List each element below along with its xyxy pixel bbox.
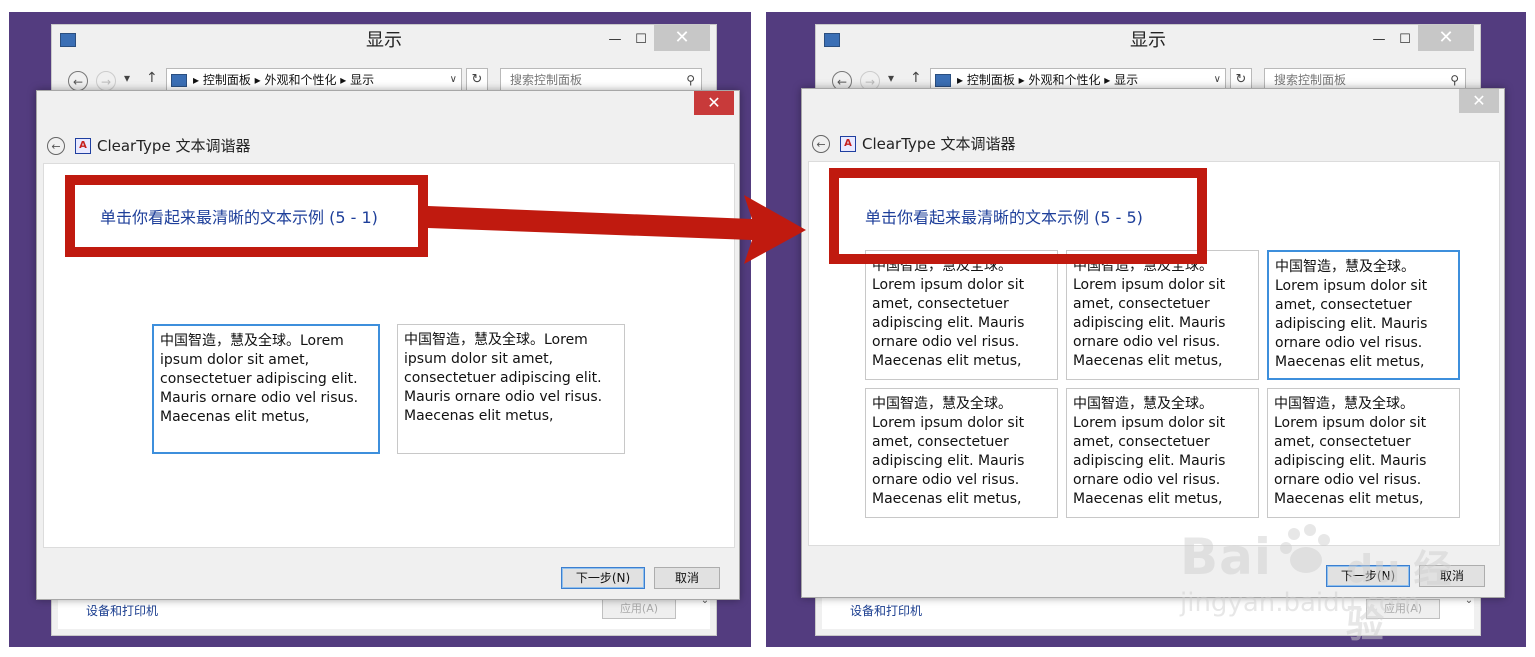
baidu-watermark: Bai du 经验 jingyan.baidu.com <box>1180 520 1480 646</box>
instruction-text: 单击你看起来最清晰的文本示例 (5 - 1) <box>100 208 378 227</box>
text-sample-3[interactable]: 中国智造，慧及全球。Lorem ipsum dolor sit amet, co… <box>1267 250 1460 380</box>
back-icon[interactable]: ← <box>47 136 65 155</box>
minimize-icon[interactable]: — <box>1368 31 1390 49</box>
text-sample-2[interactable]: 中国智造，慧及全球。Lorem ipsum dolor sit amet, co… <box>397 324 625 454</box>
close-icon[interactable]: ✕ <box>1418 25 1474 51</box>
maximize-icon[interactable]: ☐ <box>630 31 652 49</box>
apply-button[interactable]: 应用(A) <box>602 599 676 619</box>
dialog-title: ClearType 文本调谐器 <box>97 137 251 155</box>
recent-locations-icon[interactable]: ▾ <box>124 71 130 85</box>
dialog-body: 单击你看起来最清晰的文本示例 (5 - 1) 中国智造，慧及全球。Lorem i… <box>43 163 735 548</box>
address-path: ▸ 控制面板 ▸ 外观和个性化 ▸ 显示 <box>193 73 375 87</box>
cleartype-app-icon: A <box>75 137 91 154</box>
paw-icon <box>1280 524 1330 573</box>
control-panel-icon <box>171 74 187 87</box>
dialog-header: ← A ClearType 文本调谐器 <box>812 133 1015 153</box>
back-icon[interactable]: ← <box>812 134 830 153</box>
dialog-footer: 下一步(N) 取消 <box>37 551 739 599</box>
search-icon: ⚲ <box>686 73 695 87</box>
text-sample-4[interactable]: 中国智造，慧及全球。Lorem ipsum dolor sit amet, co… <box>865 388 1058 518</box>
search-placeholder: 搜索控制面板 <box>510 73 583 87</box>
instruction-text: 单击你看起来最清晰的文本示例 (5 - 5) <box>865 208 1143 227</box>
next-button[interactable]: 下一步(N) <box>561 567 645 589</box>
search-placeholder: 搜索控制面板 <box>1274 73 1347 87</box>
up-icon[interactable]: ↑ <box>910 70 922 86</box>
address-bar[interactable]: ▸ 控制面板 ▸ 外观和个性化 ▸ 显示 ∨ <box>166 68 462 92</box>
dialog-title: ClearType 文本调谐器 <box>862 135 1016 153</box>
close-icon[interactable]: ✕ <box>654 25 710 51</box>
text-sample-5[interactable]: 中国智造，慧及全球。Lorem ipsum dolor sit amet, co… <box>1066 388 1259 518</box>
scroll-down-icon[interactable]: ⌄ <box>698 595 712 635</box>
cleartype-app-icon: A <box>840 135 856 152</box>
devices-and-printers-link[interactable]: 设备和打印机 <box>86 602 158 619</box>
watermark-url: jingyan.baidu.com <box>1180 588 1420 618</box>
chevron-down-icon[interactable]: ∨ <box>450 69 457 91</box>
text-sample-2[interactable]: 中国智造，慧及全球。Lorem ipsum dolor sit amet, co… <box>1066 250 1259 380</box>
control-panel-icon <box>935 74 951 87</box>
up-icon[interactable]: ↑ <box>146 70 158 86</box>
maximize-icon[interactable]: ☐ <box>1394 31 1416 49</box>
search-input[interactable]: 搜索控制面板 ⚲ <box>500 68 702 92</box>
watermark-logo-text: Bai <box>1180 528 1272 586</box>
text-sample-6[interactable]: 中国智造，慧及全球。Lorem ipsum dolor sit amet, co… <box>1267 388 1460 518</box>
dialog-header: ← A ClearType 文本调谐器 <box>47 135 250 155</box>
address-path: ▸ 控制面板 ▸ 外观和个性化 ▸ 显示 <box>957 73 1139 87</box>
close-icon[interactable]: ✕ <box>694 91 734 115</box>
dialog-body: 单击你看起来最清晰的文本示例 (5 - 5) 中国智造，慧及全球。Lorem i… <box>808 161 1500 546</box>
cleartype-dialog: ✕ ← A ClearType 文本调谐器 单击你看起来最清晰的文本示例 (5 - … <box>36 90 740 600</box>
recent-locations-icon[interactable]: ▾ <box>888 71 894 85</box>
devices-and-printers-link[interactable]: 设备和打印机 <box>850 602 922 619</box>
cancel-button[interactable]: 取消 <box>654 567 720 589</box>
close-icon[interactable]: ✕ <box>1459 89 1499 113</box>
text-sample-1[interactable]: 中国智造，慧及全球。Lorem ipsum dolor sit amet, co… <box>152 324 380 454</box>
left-screenshot-panel: 显示 — ☐ ✕ ← → ▾ ↑ ▸ 控制面板 ▸ 外观和个性化 ▸ 显示 ∨ … <box>9 12 751 647</box>
back-icon[interactable]: ← <box>68 71 88 91</box>
text-sample-1[interactable]: 中国智造，慧及全球。Lorem ipsum dolor sit amet, co… <box>865 250 1058 380</box>
forward-icon[interactable]: → <box>96 71 116 91</box>
refresh-icon[interactable]: ↻ <box>466 68 488 92</box>
minimize-icon[interactable]: — <box>604 31 626 49</box>
